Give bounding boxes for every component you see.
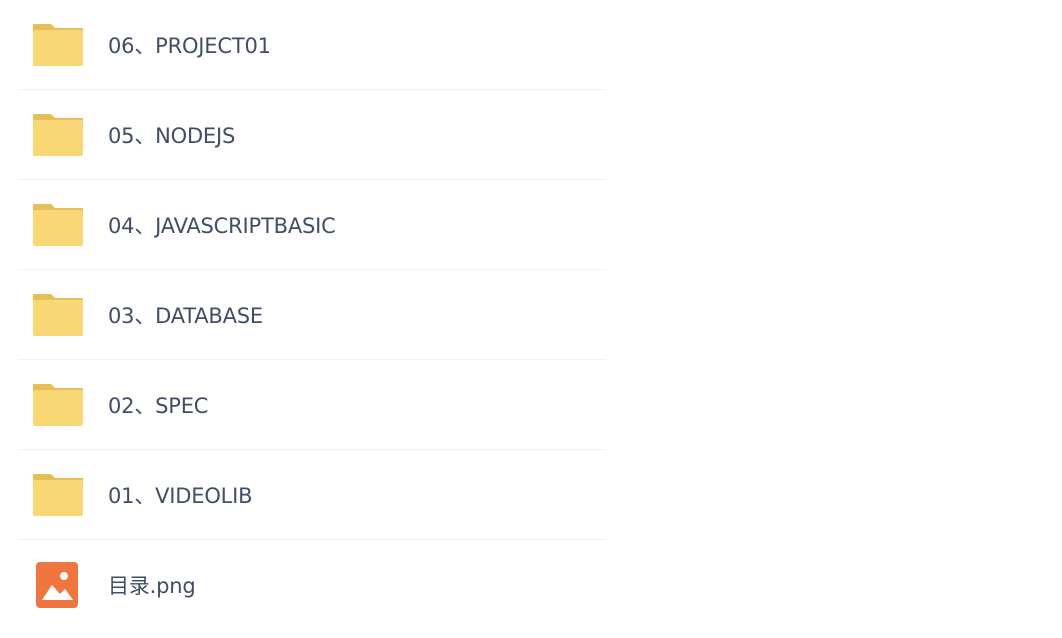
folder-icon (31, 202, 85, 248)
list-item-folder[interactable]: 02、SPEC (18, 360, 606, 450)
folder-icon (31, 382, 85, 428)
list-item-folder[interactable]: 04、JAVASCRIPTBASIC (18, 180, 606, 270)
item-name: 06、PROJECT01 (108, 33, 271, 58)
item-name: 03、DATABASE (108, 303, 263, 328)
list-item-folder[interactable]: 01、VIDEOLIB (18, 450, 606, 540)
folder-icon (31, 22, 85, 68)
item-name: 04、JAVASCRIPTBASIC (108, 213, 336, 238)
list-item-file[interactable]: 目录.png (18, 540, 606, 629)
item-name: 目录.png (108, 573, 196, 598)
list-item-folder[interactable]: 05、NODEJS (18, 90, 606, 180)
file-list: 06、PROJECT01 05、NODEJS 04、JAVASCRIPTBASI… (18, 0, 606, 629)
folder-icon (31, 112, 85, 158)
list-item-folder[interactable]: 06、PROJECT01 (18, 0, 606, 90)
folder-icon (31, 472, 85, 518)
list-item-folder[interactable]: 03、DATABASE (18, 270, 606, 360)
folder-icon (31, 292, 85, 338)
item-name: 01、VIDEOLIB (108, 483, 253, 508)
item-name: 05、NODEJS (108, 123, 236, 148)
item-name: 02、SPEC (108, 393, 209, 418)
image-file-icon (31, 561, 85, 608)
